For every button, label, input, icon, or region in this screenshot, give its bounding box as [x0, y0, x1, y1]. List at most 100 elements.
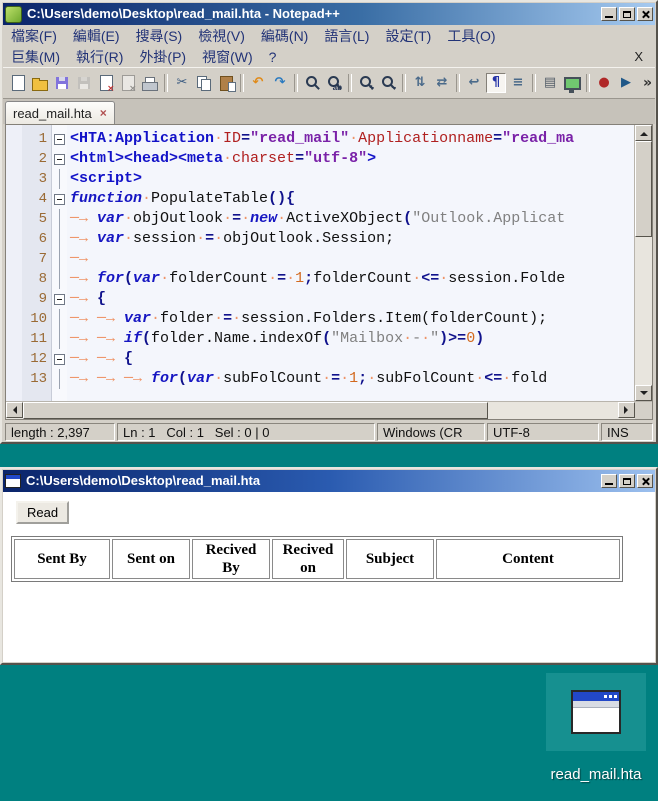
code-token: ; [358, 370, 368, 387]
sync-horizontal-scroll-button[interactable]: ⇄ [432, 73, 452, 93]
code-token: Applicationname [358, 130, 494, 147]
code-token: · [124, 210, 134, 227]
fold-cell [52, 189, 67, 209]
menu-item[interactable]: ? [261, 49, 285, 65]
play-macro-button[interactable]: ▶ [616, 73, 636, 93]
zoom-in-button[interactable]: + [356, 73, 376, 93]
new-file-icon [11, 75, 25, 91]
code-token: <= [421, 270, 440, 287]
code-token: folderCount [313, 270, 413, 287]
close-icon [641, 10, 650, 19]
indent-guide-icon: ≡ [512, 75, 524, 90]
code-token: · [214, 310, 224, 327]
maximize-button[interactable] [619, 7, 635, 21]
code-token: new [250, 210, 278, 227]
vertical-scrollbar-thumb[interactable] [635, 141, 652, 237]
close-all-button[interactable] [118, 73, 138, 94]
horizontal-scrollbar-thumb[interactable] [23, 402, 489, 419]
menu-item[interactable]: 外掛(P) [131, 47, 194, 67]
sync-vertical-scroll-button[interactable]: ⇅ [410, 73, 430, 93]
fold-cell [52, 169, 67, 189]
save-all-button[interactable] [74, 73, 94, 93]
replace-button[interactable]: ab [324, 73, 344, 93]
zoom-out-button[interactable]: − [378, 73, 398, 93]
scroll-right-button[interactable] [618, 402, 635, 418]
fold-cell [52, 269, 67, 289]
document-map-button[interactable]: ▤ [540, 73, 560, 93]
code-line: <script> [70, 169, 634, 189]
tab-close-icon[interactable]: × [100, 106, 107, 120]
horizontal-scrollbar[interactable] [6, 402, 635, 419]
hta-minimize-button[interactable] [601, 474, 617, 488]
hta-titlebar[interactable]: C:\Users\demo\Desktop\read_mail.hta [3, 470, 655, 492]
toolbar: ✂ ↶ ↷ ab + − ⇅ ⇄ ↩ ¶ ≡ ▤ ● ▶ » [3, 67, 655, 98]
menu-item[interactable]: 語言(L) [316, 26, 377, 46]
fold-collapse-icon[interactable] [54, 293, 65, 305]
menu-item[interactable]: 編輯(E) [65, 26, 128, 46]
fold-collapse-icon[interactable] [54, 353, 65, 365]
code-token: var [133, 270, 161, 287]
code-token: · [160, 270, 170, 287]
new-file-button[interactable] [8, 73, 28, 93]
code-token: ─→ ─→ ─→ [70, 370, 152, 387]
code-token: ─→ ─→ [70, 350, 125, 367]
redo-button[interactable]: ↷ [270, 73, 290, 93]
code-token: = [241, 130, 251, 147]
close-button[interactable] [637, 7, 653, 21]
read-button[interactable]: Read [16, 501, 70, 524]
open-file-button[interactable] [30, 73, 50, 93]
close-file-button[interactable] [96, 73, 116, 94]
code-token: 1 [349, 370, 359, 387]
menu-item[interactable]: 巨集(M) [3, 47, 68, 67]
toolbar-overflow-chevron[interactable]: » [643, 68, 652, 98]
cut-button[interactable]: ✂ [172, 73, 192, 93]
vertical-scrollbar[interactable] [634, 125, 652, 401]
tab-read-mail[interactable]: read_mail.hta × [5, 101, 115, 124]
minimize-button[interactable] [601, 7, 617, 21]
scroll-up-button[interactable] [635, 125, 652, 141]
scroll-down-button[interactable] [635, 385, 652, 401]
hta-file-icon-toolbar [573, 701, 619, 708]
document-monitor-button[interactable] [562, 73, 582, 93]
word-wrap-button[interactable]: ↩ [464, 73, 484, 93]
undo-button[interactable]: ↶ [248, 73, 268, 93]
menu-item[interactable]: 設定(T) [377, 26, 439, 46]
scroll-left-button[interactable] [6, 402, 23, 418]
code-token: · [214, 230, 224, 247]
code-token: · [367, 370, 377, 387]
desktop-icon-read-mail[interactable] [546, 673, 646, 751]
menu-close-button[interactable]: X [634, 49, 643, 64]
code-token: · [403, 330, 413, 347]
close-file-icon [99, 75, 115, 94]
menu-item[interactable]: 搜尋(S) [128, 26, 191, 46]
find-button[interactable] [302, 73, 322, 93]
fold-collapse-icon[interactable] [54, 193, 65, 205]
tab-bar: read_mail.hta × [3, 98, 655, 124]
hta-maximize-button[interactable] [619, 474, 635, 488]
menu-item[interactable]: 檔案(F) [3, 26, 65, 46]
fold-collapse-icon[interactable] [54, 133, 65, 145]
code-token: ─→ [70, 210, 98, 227]
show-all-characters-icon: ¶ [491, 75, 501, 90]
status-encoding[interactable]: UTF-8 [487, 423, 599, 441]
hta-close-button[interactable] [637, 474, 653, 488]
status-eol-format[interactable]: Windows (CR [377, 423, 485, 441]
menu-item[interactable]: 編碼(N) [253, 26, 316, 46]
copy-button[interactable] [194, 73, 214, 93]
code-area[interactable]: <HTA:Application·ID="read_mail"·Applicat… [67, 125, 634, 401]
menu-item[interactable]: 工具(O) [439, 26, 503, 46]
show-all-characters-button[interactable]: ¶ [486, 73, 506, 93]
close-icon [641, 477, 650, 486]
menu-item[interactable]: 檢視(V) [190, 26, 253, 46]
fold-collapse-icon[interactable] [54, 153, 65, 165]
table-header-cell: Sent on [112, 539, 190, 579]
indent-guide-button[interactable]: ≡ [508, 73, 528, 93]
print-button[interactable] [140, 73, 160, 93]
status-insert-mode[interactable]: INS [601, 423, 653, 441]
paste-button[interactable] [216, 73, 236, 93]
menu-item[interactable]: 執行(R) [68, 47, 131, 67]
menu-item[interactable]: 視窗(W) [194, 47, 261, 67]
save-button[interactable] [52, 73, 72, 93]
record-macro-button[interactable]: ● [594, 73, 614, 93]
notepad-titlebar[interactable]: C:\Users\demo\Desktop\read_mail.hta - No… [3, 3, 655, 25]
